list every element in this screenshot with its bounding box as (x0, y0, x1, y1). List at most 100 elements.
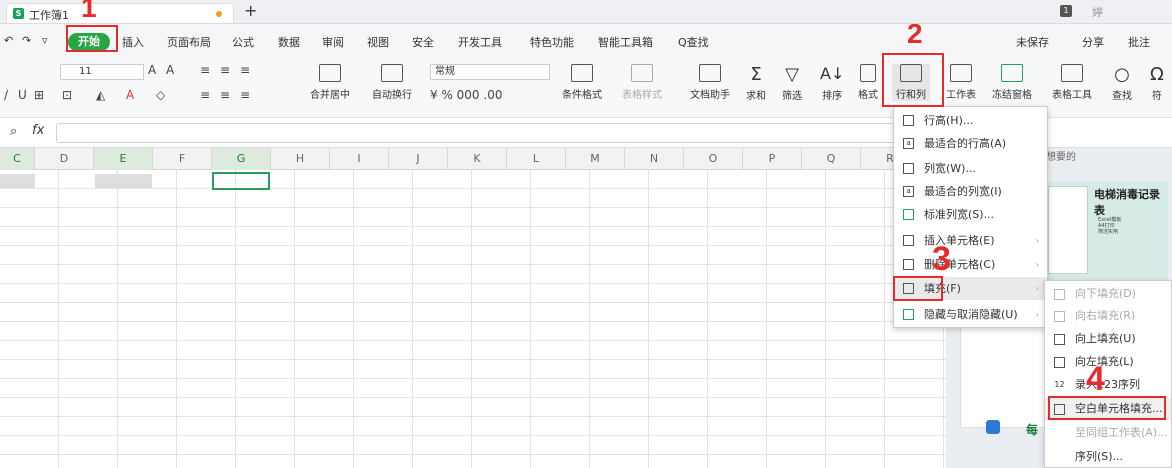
menu-item-label: 标准列宽(S)... (924, 208, 995, 221)
font-size-select[interactable]: 11 (60, 64, 144, 80)
doc-helper-label: 文档助手 (690, 90, 730, 101)
tab-page-layout[interactable]: 页面布局 (167, 34, 211, 50)
menu-item-hide[interactable]: 隐藏与取消隐藏(U) › (894, 303, 1047, 326)
align-center-icon[interactable]: ≡ (220, 88, 230, 102)
format-label: 格式 (858, 90, 878, 101)
user-name[interactable]: 婷 (1092, 4, 1103, 20)
submenu-fill-123[interactable]: 12 录入123序列 (1045, 374, 1171, 396)
freeze-panes-button[interactable]: 冻结窗格 (992, 64, 1032, 101)
filter-button[interactable]: ▽ 筛选 (782, 64, 802, 102)
border-icon[interactable]: ⊞ (34, 88, 44, 102)
window-count-badge[interactable]: 1 (1060, 5, 1072, 17)
submenu-label: 录入123序列 (1075, 378, 1140, 391)
menu-item-delete-cell[interactable]: 删除单元格(C) › (894, 253, 1047, 276)
tab-formula[interactable]: 公式 (232, 34, 254, 50)
search-command[interactable]: Q查找 (678, 34, 709, 50)
sum-button[interactable]: Σ 求和 (746, 64, 766, 102)
clear-icon[interactable]: ◇ (156, 88, 165, 102)
column-header[interactable]: J (389, 148, 448, 170)
tab-security[interactable]: 安全 (412, 34, 434, 50)
tab-smart-toolbox[interactable]: 智能工具箱 (598, 34, 653, 50)
tab-special-features[interactable]: 特色功能 (530, 34, 574, 50)
tab-developer[interactable]: 开发工具 (458, 34, 502, 50)
doc-helper-button[interactable]: 文档助手 (690, 64, 730, 101)
column-header[interactable]: G (212, 148, 271, 170)
underline-icon[interactable]: U (18, 88, 27, 102)
tab-review[interactable]: 审阅 (322, 34, 344, 50)
submenu-fill-up[interactable]: 向上填充(U) (1045, 328, 1171, 350)
italic-icon[interactable]: / (4, 88, 8, 102)
column-header[interactable]: M (566, 148, 625, 170)
tab-insert[interactable]: 插入 (122, 34, 144, 50)
menu-item-autofit-row[interactable]: a 最适合的行高(A) (894, 132, 1047, 155)
submenu-fill-down[interactable]: 向下填充(D) (1045, 283, 1171, 305)
column-header[interactable]: D (35, 148, 94, 170)
new-tab-button[interactable]: + (244, 1, 257, 20)
menu-item-std-width[interactable]: 标准列宽(S)... (894, 203, 1047, 226)
comment-button[interactable]: 批注 (1128, 34, 1150, 50)
submenu-to-group-sheets[interactable]: 至同组工作表(A)... (1045, 422, 1171, 444)
menu-item-autofit-col[interactable]: a 最适合的列宽(I) (894, 180, 1047, 203)
column-header[interactable]: H (271, 148, 330, 170)
conditional-format-button[interactable]: 条件格式 (562, 64, 602, 101)
column-header[interactable]: N (625, 148, 684, 170)
unsaved-status[interactable]: 未保存 (1016, 34, 1049, 50)
submenu-label: 向右填充(R) (1075, 309, 1136, 322)
tab-view[interactable]: 视图 (367, 34, 389, 50)
worksheet-button[interactable]: 工作表 (946, 64, 976, 101)
merge-center-button[interactable]: 合并居中 (310, 64, 350, 101)
selected-cell[interactable] (0, 174, 35, 188)
increase-font-icon[interactable]: A (148, 63, 156, 77)
formula-input[interactable] (56, 123, 916, 143)
decrease-font-icon[interactable]: A (166, 63, 174, 77)
redo-icon[interactable]: ↷ (22, 34, 31, 47)
submenu-series[interactable]: 序列(S)... (1045, 446, 1171, 468)
align-bottom-icon[interactable]: ≡ (240, 63, 250, 77)
tab-data[interactable]: 数据 (278, 34, 300, 50)
autofit-col-icon: a (903, 186, 914, 197)
template-card[interactable]: 电梯消毒记录表 Excel模板 A4打印 简洁实用 (1044, 182, 1168, 282)
align-middle-icon[interactable]: ≡ (220, 63, 230, 77)
fill-submenu: 向下填充(D) 向右填充(R) 向上填充(U) 向左填充(L) 12 录入123序… (1044, 280, 1172, 468)
font-color-icon[interactable]: A (126, 88, 134, 102)
column-header[interactable]: L (507, 148, 566, 170)
fx-label[interactable]: fx (32, 123, 44, 138)
share-button[interactable]: 分享 (1082, 34, 1104, 50)
cell-color-icon[interactable]: ◭ (96, 88, 105, 102)
menu-item-row-height[interactable]: 行高(H)... (894, 109, 1047, 132)
find-button[interactable]: ○ 查找 (1112, 64, 1132, 102)
active-cell[interactable] (212, 172, 270, 190)
column-header[interactable]: E (94, 148, 153, 170)
zoom-icon[interactable]: ⌕ (10, 124, 17, 139)
currency-icon[interactable]: ¥ % 000 .00 (430, 88, 502, 102)
submenu-fill-right[interactable]: 向右填充(R) (1045, 305, 1171, 327)
submenu-fill-left[interactable]: 向左填充(L) (1045, 351, 1171, 373)
column-header[interactable]: P (743, 148, 802, 170)
table-tools-button[interactable]: 表格工具 (1052, 64, 1092, 101)
spreadsheet-grid[interactable] (0, 170, 946, 468)
document-tab[interactable]: S 工作簿1 (6, 3, 234, 23)
format-button[interactable]: 格式 (858, 64, 878, 101)
table-style-button[interactable]: 表格样式 (622, 64, 662, 101)
menu-item-col-width[interactable]: 列宽(W)... (894, 157, 1047, 180)
column-header[interactable]: I (330, 148, 389, 170)
column-header[interactable]: Q (802, 148, 861, 170)
column-header[interactable]: F (153, 148, 212, 170)
column-header[interactable]: O (684, 148, 743, 170)
wrap-icon (381, 64, 403, 82)
quick-access-dropdown-icon[interactable]: ▿ (42, 34, 48, 47)
number-format-select[interactable]: 常规 (430, 64, 550, 80)
sort-button[interactable]: A↓ 排序 (820, 64, 844, 102)
menu-item-insert-cell[interactable]: 插入单元格(E) › (894, 229, 1047, 252)
column-header[interactable]: C (0, 148, 35, 170)
selected-cell[interactable] (95, 174, 152, 188)
column-header[interactable]: K (448, 148, 507, 170)
symbol-button[interactable]: Ω 符 (1150, 64, 1164, 102)
wrap-text-button[interactable]: 自动换行 (372, 64, 412, 101)
template-card-2[interactable] (960, 318, 1050, 428)
align-left-icon[interactable]: ≡ (200, 88, 210, 102)
align-right-icon[interactable]: ≡ (240, 88, 250, 102)
undo-icon[interactable]: ↶ (4, 34, 13, 47)
fill-color-icon[interactable]: ⊡ (62, 88, 72, 102)
align-top-icon[interactable]: ≡ (200, 63, 210, 77)
